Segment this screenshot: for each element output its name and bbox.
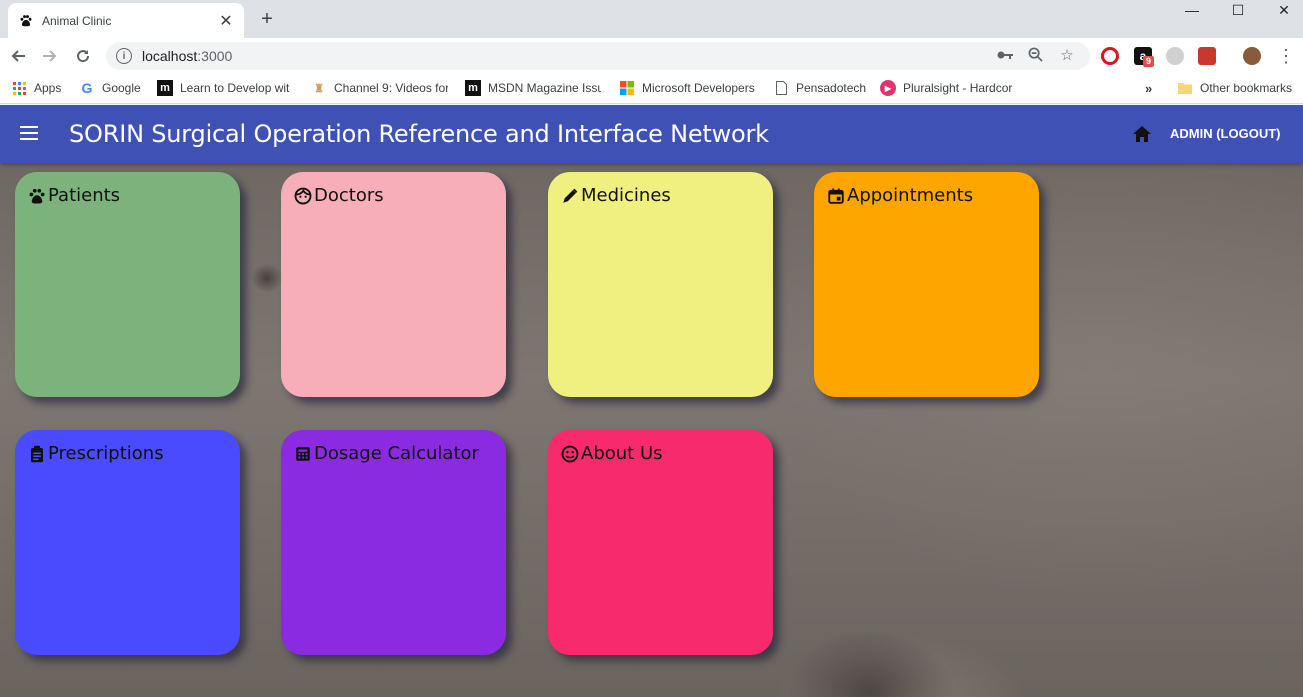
forward-button[interactable] [38,44,62,68]
other-bookmarks[interactable]: Other bookmarks [1177,79,1292,97]
google-icon: G [81,80,93,96]
home-icon[interactable] [1132,125,1152,143]
browser-toolbar: i localhost:3000 ☆ a 9 ⋮ [0,38,1303,73]
info-icon[interactable]: i [116,48,132,64]
browser-tab-strip: Animal Clinic ✕ + — ☐ ✕ [0,0,1303,38]
card-label: Dosage Calculator [314,443,479,464]
card-label: Patients [48,185,121,206]
card-patients[interactable]: Patients [15,172,240,397]
amazon-extension-icon[interactable]: a 9 [1134,47,1155,67]
reload-button[interactable] [71,44,95,68]
card-label: About Us [581,443,663,464]
card-label: Appointments [847,185,974,206]
m-icon: m [157,80,173,96]
page-icon [773,80,789,96]
smile-icon [560,444,580,464]
star-icon[interactable]: ☆ [1058,47,1076,65]
face-icon [293,186,313,206]
bookmark-item[interactable]: ▶ Pluralsight - Hardcor [880,79,1017,97]
gray-extension-icon[interactable] [1166,47,1184,65]
key-icon[interactable] [996,47,1014,65]
menu-icon[interactable] [20,126,38,140]
calendar-icon [826,186,846,206]
red-extension-icon[interactable] [1198,47,1216,65]
paw-icon [18,13,34,29]
dashboard: Patients Doctors Medicines Appointments [0,163,1303,697]
card-about-us[interactable]: About Us [548,430,773,655]
app-bar: SORIN Surgical Operation Reference and I… [0,105,1303,163]
window-close-button[interactable]: ✕ [1261,0,1303,22]
paw-icon [27,186,47,206]
bookmark-item[interactable]: Microsoft Developers [619,79,755,97]
more-bookmarks-icon[interactable]: » [1145,79,1152,97]
opera-extension-icon[interactable] [1101,47,1119,65]
browser-tab[interactable]: Animal Clinic ✕ [8,3,244,38]
card-label: Doctors [314,185,384,206]
extension-badge: 9 [1143,56,1155,67]
bookmark-item[interactable]: ♜ Channel 9: Videos for [311,79,448,97]
card-doctors[interactable]: Doctors [281,172,506,397]
profile-avatar[interactable] [1243,47,1261,65]
apps-grid-icon [11,80,27,96]
bookmarks-bar: Apps G Google m Learn to Develop wit ♜ C… [0,73,1303,104]
card-label: Prescriptions [48,443,164,464]
maximize-button[interactable]: ☐ [1215,0,1261,22]
back-button[interactable] [6,44,30,68]
minimize-button[interactable]: — [1169,0,1215,22]
microsoft-icon [619,80,635,96]
channel9-icon: ♜ [314,82,324,95]
chrome-menu-icon[interactable]: ⋮ [1274,44,1298,68]
clipboard-icon [27,444,47,464]
card-label: Medicines [581,185,671,206]
close-icon[interactable]: ✕ [218,11,234,31]
bookmark-item[interactable]: m MSDN Magazine Issu [465,79,601,97]
tab-title: Animal Clinic [42,13,112,28]
logout-button[interactable]: ADMIN (LOGOUT) [1170,126,1280,141]
card-appointments[interactable]: Appointments [814,172,1039,397]
card-dosage-calculator[interactable]: Dosage Calculator [281,430,506,655]
bookmark-item[interactable]: Pensadotech [773,79,866,97]
bookmark-item[interactable]: Apps [11,79,61,97]
folder-icon [1177,80,1193,96]
card-medicines[interactable]: Medicines [548,172,773,397]
card-prescriptions[interactable]: Prescriptions [15,430,240,655]
m-icon: m [465,80,481,96]
page-title: SORIN Surgical Operation Reference and I… [69,120,769,148]
address-bar[interactable]: i localhost:3000 ☆ [106,42,1090,70]
pluralsight-icon: ▶ [880,80,896,96]
calculator-icon [293,444,313,464]
bookmark-item[interactable]: G Google [79,79,141,97]
new-tab-button[interactable]: + [256,8,278,30]
zoom-icon[interactable] [1026,47,1044,65]
url-text: localhost:3000 [142,48,233,64]
bookmark-item[interactable]: m Learn to Develop wit [157,79,293,97]
pen-icon [560,186,580,206]
